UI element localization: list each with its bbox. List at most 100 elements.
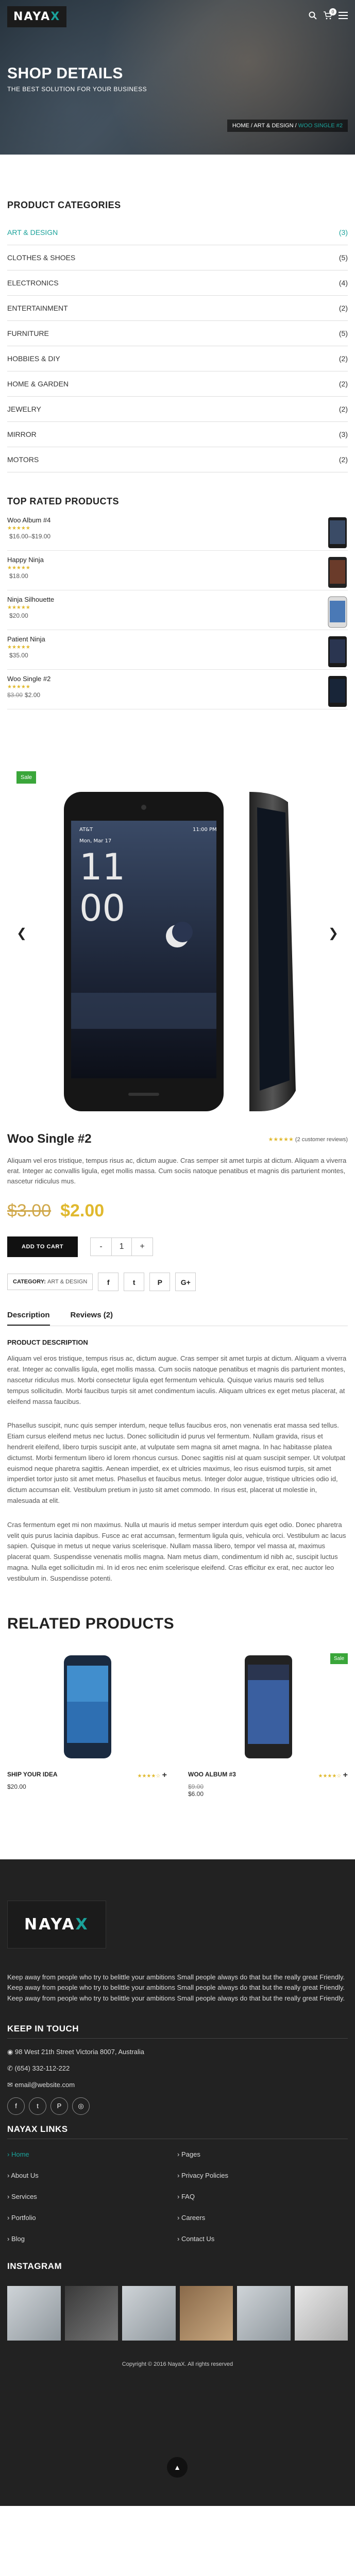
product-price: $2.00 <box>25 691 41 699</box>
category-item[interactable]: CLOTHES & SHOES (5) <box>7 245 348 270</box>
site-footer: NAYAX Keep away from people who try to b… <box>0 1859 355 2506</box>
pinterest-share-icon[interactable]: P <box>149 1273 171 1292</box>
site-logo[interactable]: NAYAX <box>7 6 67 27</box>
related-product-card[interactable]: Sale WOO ALBUM #3 ★★★★☆ + $9.00 $6.00 <box>188 1653 348 1798</box>
instagram-photo[interactable] <box>122 2285 176 2341</box>
category-label: ENTERTAINMENT <box>7 304 68 312</box>
phone[interactable]: (654) 332-112-222 <box>15 2064 70 2072</box>
chevron-right-icon[interactable]: ❯ <box>328 926 339 941</box>
footer-link-services[interactable]: › Services <box>7 2193 177 2200</box>
keep-in-touch-title: KEEP IN TOUCH <box>7 2023 79 2033</box>
link-label: Pages <box>181 2150 200 2158</box>
product-thumbnail[interactable] <box>327 635 348 668</box>
top-rated-item[interactable]: Happy Ninja ★★★★★ $18.00 <box>7 551 348 590</box>
category-item[interactable]: JEWELRY (2) <box>7 397 348 422</box>
description-paragraph: Cras fermentum eget mi non maximus. Null… <box>7 1520 346 1582</box>
category-item[interactable]: MIRROR (3) <box>7 422 348 447</box>
top-rated-item[interactable]: Ninja Silhouette ★★★★★ $20.00 <box>7 590 348 630</box>
footer-logo[interactable]: NAYAX <box>7 1900 106 1948</box>
footer-link-faq[interactable]: › FAQ <box>177 2193 347 2200</box>
facebook-icon[interactable]: f <box>7 2097 25 2115</box>
category-count: (2) <box>339 354 348 363</box>
product-title-row: Woo Single #2 ★★★★★ (2 customer reviews) <box>7 1132 348 1146</box>
product-price: $35.00 <box>9 652 28 659</box>
review-count-link[interactable]: (2 customer reviews) <box>295 1137 348 1143</box>
product-image[interactable] <box>229 1653 307 1761</box>
tab-description[interactable]: Description <box>7 1311 50 1326</box>
product-name[interactable]: Ninja Silhouette <box>7 596 54 603</box>
product-name[interactable]: Woo Single #2 <box>7 675 50 683</box>
back-to-top-button[interactable]: ▲ <box>167 2456 188 2478</box>
category-item[interactable]: MOTORS (2) <box>7 447 348 472</box>
category-item[interactable]: HOBBIES & DIY (2) <box>7 346 348 371</box>
top-rated-item[interactable]: Woo Single #2 ★★★★★ $3.00 $2.00 <box>7 670 348 709</box>
footer-link-contact[interactable]: › Contact Us <box>177 2235 347 2243</box>
top-rated-item[interactable]: Woo Album #4 ★★★★★ $16.00–$19.00 <box>7 511 348 551</box>
product-name[interactable]: Woo Album #4 <box>7 516 50 524</box>
category-label: MOTORS <box>7 455 39 464</box>
category-count: (2) <box>339 380 348 388</box>
facebook-share-icon[interactable]: f <box>98 1273 119 1292</box>
breadcrumb-section[interactable]: ART & DESIGN <box>253 123 293 129</box>
product-thumbnail[interactable] <box>327 556 348 589</box>
footer-link-home[interactable]: › Home <box>7 2150 177 2158</box>
product-name[interactable]: Happy Ninja <box>7 556 44 564</box>
footer-link-portfolio[interactable]: › Portfolio <box>7 2214 177 2222</box>
category-count: (2) <box>339 405 348 413</box>
pinterest-icon[interactable]: P <box>50 2097 68 2115</box>
svg-text:00: 00 <box>79 887 125 929</box>
old-price: $9.00 <box>188 1783 204 1790</box>
footer-link-careers[interactable]: › Careers <box>177 2214 347 2222</box>
google-plus-share-icon[interactable]: G+ <box>175 1273 196 1292</box>
instagram-photo[interactable] <box>179 2285 233 2341</box>
category-label: ART & DESIGN <box>7 228 58 236</box>
category-label: CLOTHES & SHOES <box>7 253 76 262</box>
instagram-feed <box>7 2285 348 2341</box>
product-name[interactable]: WOO ALBUM #3 <box>188 1771 236 1780</box>
add-to-cart-icon[interactable]: + <box>162 1771 167 1780</box>
footer-link-blog[interactable]: › Blog <box>7 2235 177 2243</box>
instagram-icon[interactable]: ◎ <box>72 2097 90 2115</box>
footer-link-privacy[interactable]: › Privacy Policies <box>177 2172 347 2179</box>
category-item[interactable]: HOME & GARDEN (2) <box>7 371 348 397</box>
cart-button[interactable]: 0 <box>323 8 336 22</box>
quantity-input[interactable]: 1 <box>111 1238 132 1257</box>
footer-link-pages[interactable]: › Pages <box>177 2150 347 2158</box>
instagram-photo[interactable] <box>64 2285 118 2341</box>
breadcrumb: HOME / ART & DESIGN / WOO SINGLE #2 <box>227 120 348 132</box>
search-icon[interactable] <box>309 11 317 22</box>
link-label: Blog <box>11 2234 25 2243</box>
email[interactable]: email@website.com <box>15 2081 75 2089</box>
instagram-photo[interactable] <box>294 2285 348 2341</box>
logo-accent: X <box>50 10 61 23</box>
menu-icon[interactable] <box>339 11 348 22</box>
product-thumbnail[interactable] <box>327 596 348 629</box>
tab-reviews[interactable]: Reviews (2) <box>71 1311 113 1326</box>
top-rated-item[interactable]: Patient Ninja ★★★★★ $35.00 <box>7 630 348 670</box>
product-image[interactable] <box>48 1653 126 1761</box>
product-name[interactable]: SHIP YOUR IDEA <box>7 1771 58 1780</box>
category-link[interactable]: ART & DESIGN <box>47 1279 87 1285</box>
category-item[interactable]: ELECTRONICS (4) <box>7 270 348 296</box>
chevron-left-icon[interactable]: ❮ <box>16 926 27 941</box>
category-item[interactable]: ENTERTAINMENT (2) <box>7 296 348 321</box>
description-heading: PRODUCT DESCRIPTION <box>7 1338 88 1347</box>
quantity-increase-button[interactable]: + <box>132 1242 153 1251</box>
product-main-image[interactable]: AT&T 11:00 PM Mon, Mar 17 11 00 <box>7 771 348 1122</box>
product-name[interactable]: Patient Ninja <box>7 635 45 643</box>
quantity-decrease-button[interactable]: - <box>91 1242 111 1251</box>
category-item[interactable]: ART & DESIGN (3) <box>7 220 348 245</box>
add-to-cart-button[interactable]: ADD TO CART <box>7 1236 78 1258</box>
footer-link-about[interactable]: › About Us <box>7 2172 177 2179</box>
twitter-share-icon[interactable]: t <box>124 1273 145 1292</box>
product-thumbnail[interactable] <box>327 675 348 708</box>
category-item[interactable]: FURNITURE (5) <box>7 321 348 346</box>
product-thumbnail[interactable] <box>327 516 348 549</box>
instagram-photo[interactable] <box>237 2285 291 2341</box>
add-to-cart-icon[interactable]: + <box>343 1771 348 1780</box>
twitter-icon[interactable]: t <box>29 2097 46 2115</box>
related-product-card[interactable]: SHIP YOUR IDEA ★★★★☆ + $20.00 <box>7 1653 167 1798</box>
instagram-photo[interactable] <box>7 2285 61 2341</box>
breadcrumb-home[interactable]: HOME <box>232 123 249 129</box>
category-label: HOBBIES & DIY <box>7 354 60 363</box>
